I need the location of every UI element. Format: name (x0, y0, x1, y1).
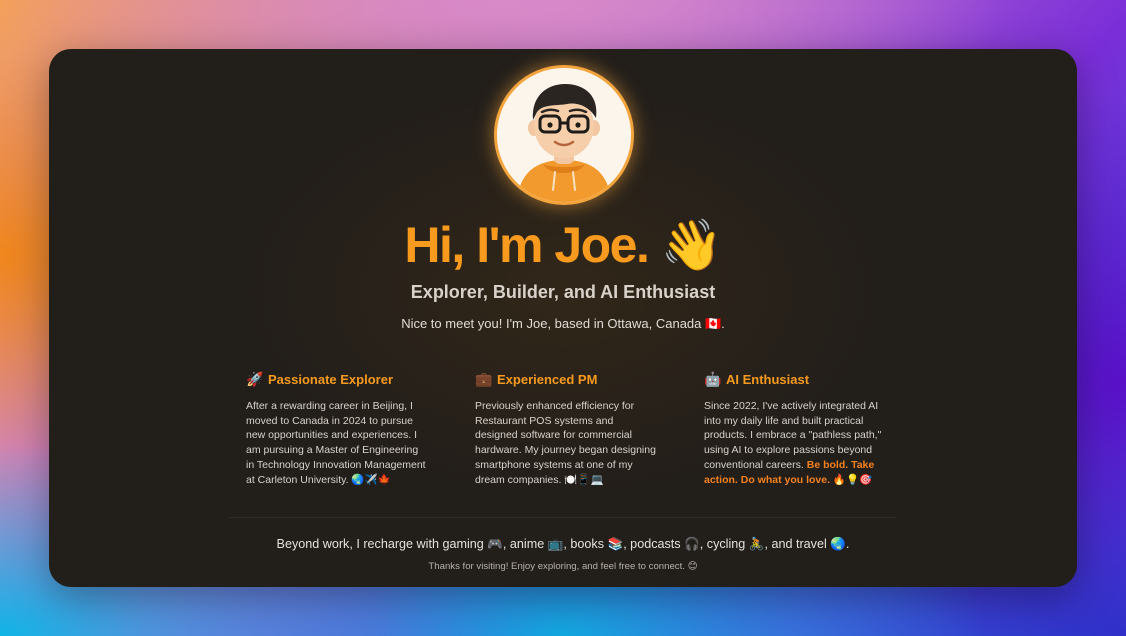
page-subtitle: Explorer, Builder, and AI Enthusiast (410, 282, 716, 302)
avatar-illustration (497, 68, 631, 202)
thanks-text: Thanks for visiting! Enjoy exploring, an… (428, 561, 698, 572)
robot-icon: 🤖 (704, 370, 722, 387)
divider (229, 517, 897, 518)
intro-text: Nice to meet you! I'm Joe, based in Otta… (401, 316, 725, 331)
hero-title-text: Hi, I'm Joe. (404, 217, 649, 273)
waving-hand-icon: 👋 (660, 217, 723, 273)
card-passionate-explorer: 🚀 Passionate Explorer After a rewarding … (246, 369, 428, 487)
avatar (497, 68, 631, 202)
card-title: Experienced PM (497, 371, 598, 387)
rocket-icon: 🚀 (246, 370, 264, 387)
card-body: Since 2022, I've actively integrated AI … (704, 399, 886, 487)
hero-title: Hi, I'm Joe. 👋 (49, 213, 1077, 277)
card-header: 🤖 AI Enthusiast (704, 369, 886, 389)
card-header: 💼 Experienced PM (475, 369, 657, 389)
card-header: 🚀 Passionate Explorer (246, 369, 428, 389)
card-body: After a rewarding career in Beijing, I m… (246, 400, 426, 486)
card-body: Previously enhanced efficiency for Resta… (475, 400, 656, 486)
profile-window: Hi, I'm Joe. 👋 Explorer, Builder, and AI… (49, 49, 1077, 587)
card-experienced-pm: 💼 Experienced PM Previously enhanced eff… (475, 369, 657, 487)
briefcase-icon: 💼 (475, 370, 493, 387)
card-ai-enthusiast: 🤖 AI Enthusiast Since 2022, I've activel… (704, 369, 886, 487)
card-title: Passionate Explorer (268, 371, 393, 387)
card-title: AI Enthusiast (726, 371, 810, 387)
hobbies-text: Beyond work, I recharge with gaming 🎮, a… (276, 537, 850, 551)
